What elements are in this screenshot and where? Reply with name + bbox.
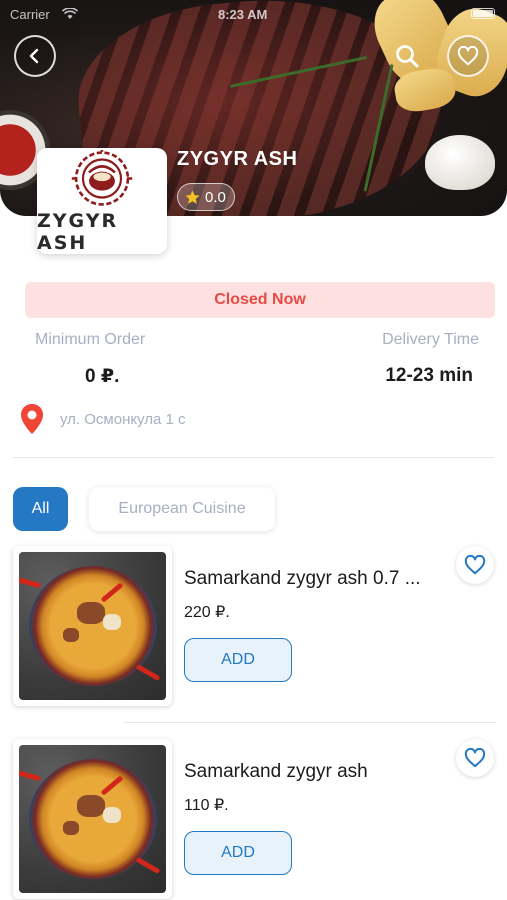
status-bar: Carrier 8:23 AM bbox=[0, 4, 507, 26]
wifi-icon bbox=[62, 8, 78, 19]
favorite-restaurant-button[interactable] bbox=[447, 35, 489, 77]
back-icon bbox=[29, 48, 39, 64]
delivery-time-value: 12-23 min bbox=[385, 365, 473, 386]
closed-status-banner: Closed Now bbox=[25, 282, 495, 318]
product-title: Samarkand zygyr ash bbox=[184, 761, 368, 782]
back-button[interactable] bbox=[14, 35, 56, 77]
product-divider bbox=[124, 722, 496, 723]
heart-icon bbox=[464, 748, 486, 768]
product-price: 220 ₽. bbox=[184, 604, 230, 621]
add-to-cart-button[interactable]: ADD bbox=[184, 831, 292, 875]
min-order-value: 0 ₽. bbox=[85, 366, 120, 387]
restaurant-name: ZYGYR ASH bbox=[177, 148, 298, 170]
min-order-label: Minimum Order bbox=[35, 331, 146, 348]
category-chip-all[interactable]: All bbox=[13, 487, 68, 531]
battery-icon bbox=[471, 8, 495, 19]
product-title: Samarkand zygyr ash 0.7 ... bbox=[184, 568, 421, 589]
rating-badge: 0.0 bbox=[177, 183, 235, 211]
add-to-cart-button[interactable]: ADD bbox=[184, 638, 292, 682]
heart-icon bbox=[464, 555, 486, 575]
star-icon bbox=[185, 189, 200, 204]
carrier-label: Carrier bbox=[10, 7, 50, 22]
favorite-product-button[interactable] bbox=[456, 546, 494, 584]
product-card[interactable]: Samarkand zygyr ash 0.7 ... 220 ₽. ADD bbox=[0, 546, 507, 716]
category-chip-european-cuisine[interactable]: European Cuisine bbox=[89, 487, 275, 531]
search-button[interactable] bbox=[389, 38, 425, 74]
status-time: 8:23 AM bbox=[218, 7, 268, 22]
product-card[interactable]: Samarkand zygyr ash 110 ₽. ADD bbox=[0, 739, 507, 900]
product-price: 110 ₽. bbox=[184, 797, 229, 814]
product-image[interactable] bbox=[13, 739, 172, 899]
logo-wordmark: ZYGYR ASH bbox=[37, 210, 119, 254]
product-image[interactable] bbox=[13, 546, 172, 706]
address-text: ул. Осмонкула 1 с bbox=[60, 410, 186, 428]
favorite-product-button[interactable] bbox=[456, 739, 494, 777]
restaurant-logo: ZYGYR ASH bbox=[37, 148, 167, 254]
hero-image-garlic bbox=[425, 135, 495, 190]
heart-icon bbox=[457, 46, 479, 66]
delivery-time-label: Delivery Time bbox=[382, 331, 479, 348]
rating-value: 0.0 bbox=[205, 188, 226, 206]
section-divider bbox=[13, 457, 494, 458]
search-icon bbox=[396, 45, 419, 68]
logo-emblem-icon bbox=[71, 150, 133, 206]
address-row[interactable]: ул. Осмонкула 1 с bbox=[20, 403, 186, 435]
location-pin-icon bbox=[21, 404, 43, 434]
